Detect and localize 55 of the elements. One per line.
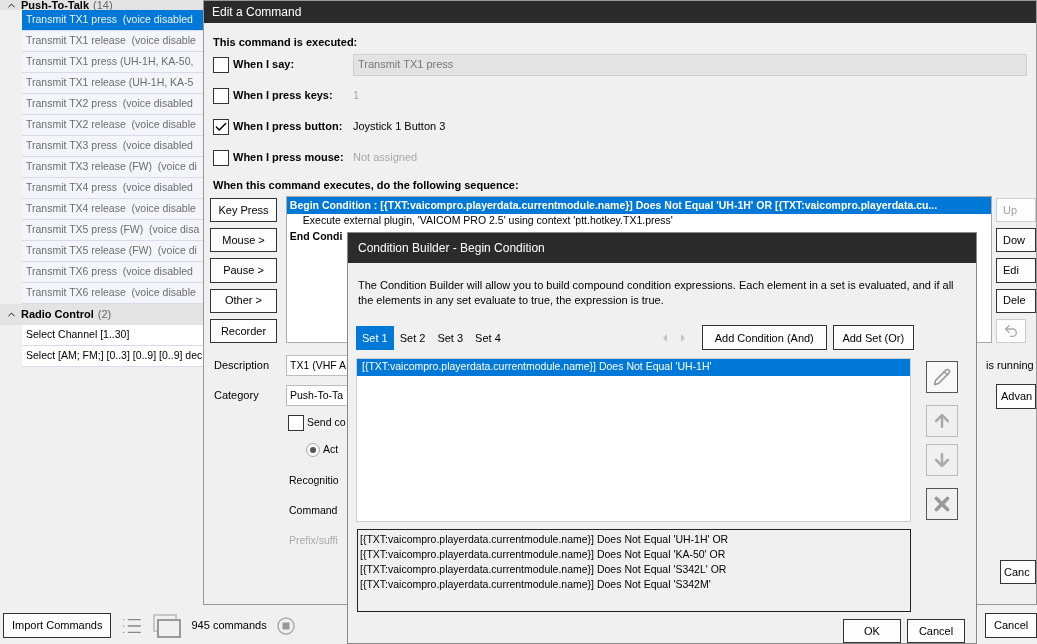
set-tab[interactable]: Set 2 [393,325,432,350]
cancel-button[interactable]: Cancel [985,613,1037,638]
import-commands-button[interactable]: Import Commands [3,613,112,638]
field-label: Description [214,358,271,374]
action-button[interactable]: Key Press [210,198,277,223]
set-tab[interactable]: Set 4 [469,325,507,350]
radio-button[interactable] [306,443,320,457]
intro-text: The Condition Builder will allow you to build compound condition expressions. Each element in a set is evaluated, and if all the elements in any set evaluate to true, the expression is true. [357,278,955,308]
checkbox[interactable] [288,415,304,431]
section-heading: When this command executes, do the following sequence: [213,178,520,192]
list-button[interactable]: Dow [996,228,1036,253]
add-condition-button[interactable]: Add Condition (And) [701,325,827,351]
field-label: Category [214,388,260,404]
option-label: Act [323,442,339,458]
action-button[interactable]: Mouse > [210,228,277,253]
action-button[interactable]: Recorder [210,318,277,343]
summary-line: [{TXT:vaicompro.playerdata.currentmodule.name}] Does Not Equal 'S342M' [360,576,712,592]
trigger-label: When I say: [233,57,296,73]
field-label: Command [288,503,339,517]
condition-item[interactable]: [{TXT:vaicompro.playerdata.currentmodule.name}] Does Not Equal 'UH-1H' [357,358,910,376]
cancel-button[interactable]: Canc [1000,560,1036,584]
sequence-step[interactable]: Execute external plugin, 'VAICOM PRO 2.5' using context 'ptt.hotkey.TX1.press' [286,214,991,228]
trigger-value: Joystick 1 Button 3 [353,119,446,135]
advanced-button[interactable]: Advan [996,383,1036,409]
summary-line: [{TXT:vaicompro.playerdata.currentmodule.name}] Does Not Equal 'UH-1H' OR [360,531,730,547]
trigger-label: When I press button: [233,119,344,135]
action-button[interactable]: Other > [210,288,277,313]
window-title: Edit a Command [212,4,302,21]
pencil-icon [933,367,951,386]
section-heading: This command is executed: [213,35,359,49]
summary-line: [{TXT:vaicompro.playerdata.currentmodule.name}] Does Not Equal 'S342L' OR [360,561,728,577]
list-button[interactable]: Edi [996,258,1036,283]
summary-line: [{TXT:vaicompro.playerdata.currentmodule.name}] Does Not Equal 'KA-50' OR [360,546,727,562]
trigger-label: When I press mouse: [233,150,345,166]
checkbox[interactable] [213,118,229,135]
trigger-value: 1 [353,88,360,104]
list-button[interactable]: Dele [996,288,1036,313]
option-label: Send co [307,415,346,431]
undo-icon [1003,322,1019,339]
collapse-icon [6,0,17,10]
action-button[interactable]: Pause > [210,258,277,283]
sequence-step[interactable]: Begin Condition : [{TXT:vaicompro.playerdata.currentmodule.name}] Does Not Equal 'UH-1H' OR [{TXT:vaicompro.playerdata.cu... [286,197,991,214]
running-note: is running [986,358,1035,373]
cancel-button[interactable]: Cancel [907,619,965,643]
add-set-button[interactable]: Add Set (Or) [832,325,914,351]
trigger-value: Not assigned [353,150,418,166]
delete-button[interactable] [926,487,958,520]
field-label: Recognitio [288,473,340,487]
edit-button[interactable] [926,360,958,393]
set-tab[interactable]: Set 1 [356,325,394,350]
set-tab[interactable]: Set 3 [431,325,470,350]
ok-button[interactable]: OK [843,619,901,643]
command-count: 945 commands [191,618,267,634]
window-title: Condition Builder - Begin Condition [358,240,545,257]
trigger-label: When I press keys: [233,88,334,104]
